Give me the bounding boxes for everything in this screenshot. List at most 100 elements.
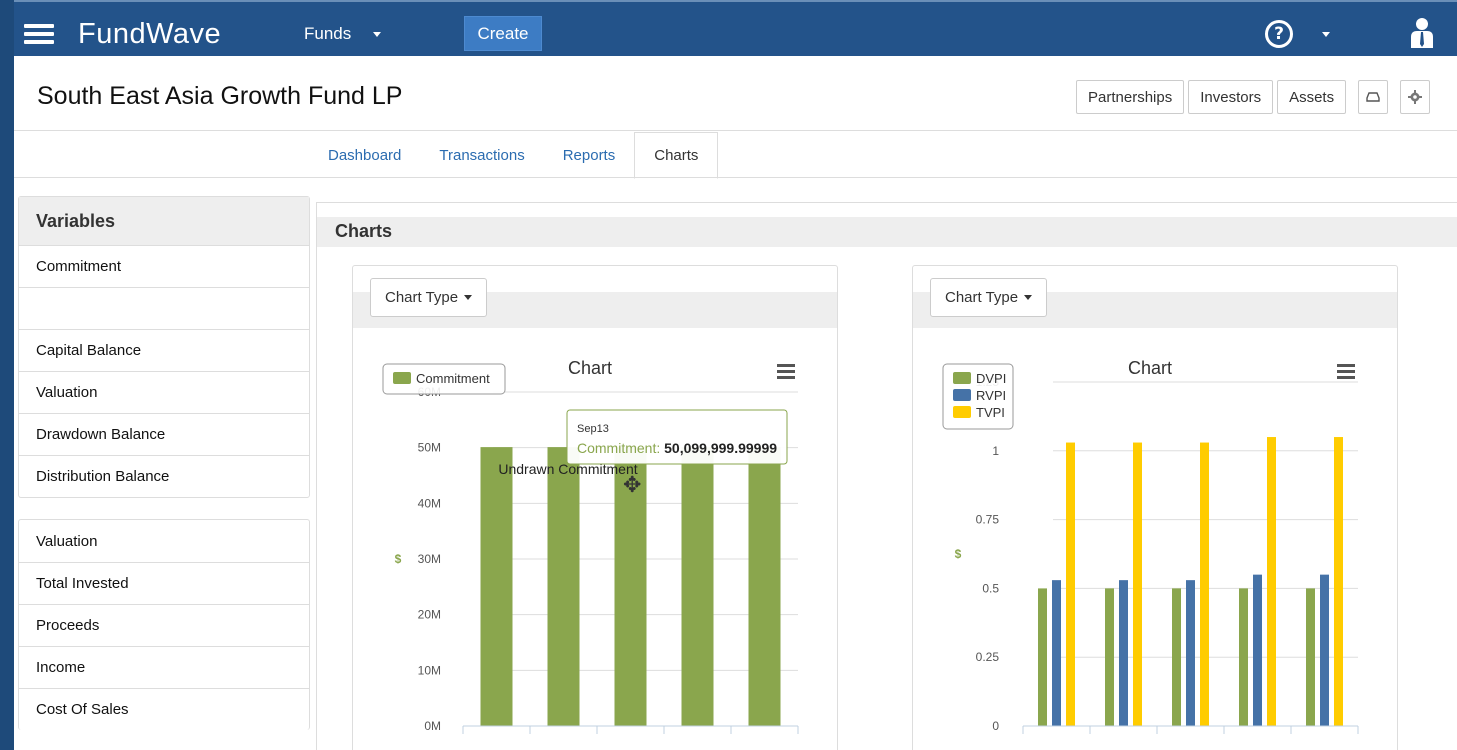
page-title: South East Asia Growth Fund LP: [37, 82, 403, 110]
chart-legend: Commitment: [382, 363, 506, 395]
bar-dvpi[interactable]: [1239, 588, 1248, 726]
metric-item[interactable]: Income: [19, 646, 309, 688]
chart-card-2: Chart Type Chart00.250.50.7511.25$DVPIRV…: [912, 265, 1398, 750]
tab-divider: [14, 177, 1457, 178]
y-tick-label: 20M: [418, 608, 441, 622]
inbox-icon: [1366, 92, 1380, 102]
tab-dashboard[interactable]: Dashboard: [309, 132, 420, 178]
charts-section-title: Charts: [317, 217, 1457, 247]
chart-type-dropdown[interactable]: Chart Type: [930, 278, 1048, 317]
top-navbar: FundWave Funds Create ?: [14, 0, 1457, 56]
chart-type-dropdown[interactable]: Chart Type: [370, 278, 488, 317]
variable-item[interactable]: [19, 287, 309, 329]
variable-item[interactable]: Valuation: [19, 371, 309, 413]
y-tick-label: 0.75: [976, 513, 1000, 527]
bar-commitment[interactable]: [480, 447, 513, 726]
chart-menu-icon[interactable]: [777, 364, 795, 379]
y-tick-label: 10M: [418, 663, 441, 677]
menu-icon[interactable]: [24, 24, 54, 44]
investors-button[interactable]: Investors: [1188, 80, 1274, 114]
bar-tvpi[interactable]: [1267, 437, 1276, 726]
gear-icon: [1408, 90, 1423, 104]
assets-button[interactable]: Assets: [1277, 80, 1347, 114]
chart-title: Chart: [568, 358, 612, 378]
chart-type-label: Chart Type: [945, 289, 1019, 306]
legend-swatch: [953, 389, 971, 401]
create-button[interactable]: Create: [464, 16, 542, 51]
y-axis-label: $: [955, 547, 962, 561]
tab-reports[interactable]: Reports: [544, 132, 635, 178]
tab-charts[interactable]: Charts: [634, 132, 719, 179]
y-tick-label: 50M: [418, 441, 441, 455]
tooltip-value: Commitment: 50,099,999.99999: [577, 440, 777, 456]
chart-title: Chart: [1128, 358, 1172, 378]
metric-item[interactable]: Cost Of Sales: [19, 688, 309, 730]
bar-commitment[interactable]: [748, 447, 781, 726]
y-tick-label: 0.25: [976, 650, 1000, 664]
brand-logo[interactable]: FundWave: [78, 18, 221, 51]
legend-swatch: [953, 372, 971, 384]
bar-tvpi[interactable]: [1066, 442, 1075, 726]
legend-label[interactable]: DVPI: [976, 371, 1006, 386]
y-axis-label: $: [395, 552, 402, 566]
variable-item[interactable]: Commitment: [19, 245, 309, 287]
tab-bar: Dashboard Transactions Reports Charts: [309, 132, 719, 179]
tooltip-header: Sep13: [577, 423, 609, 435]
y-tick-label: 0M: [424, 719, 441, 733]
help-icon[interactable]: ?: [1265, 20, 1293, 48]
variable-item[interactable]: Capital Balance: [19, 329, 309, 371]
chart-menu-icon[interactable]: [1337, 364, 1355, 379]
partnerships-button[interactable]: Partnerships: [1076, 80, 1185, 114]
bar-rvpi[interactable]: [1186, 580, 1195, 726]
y-tick-label: 40M: [418, 496, 441, 510]
variables-panel: Variables Commitment Capital Balance Val…: [18, 196, 310, 498]
metric-item[interactable]: Total Invested: [19, 562, 309, 604]
chevron-down-icon: [1024, 295, 1033, 300]
header-divider: [14, 130, 1457, 131]
y-tick-label: 30M: [418, 552, 441, 566]
variable-item[interactable]: Distribution Balance: [19, 455, 309, 497]
bar-dvpi[interactable]: [1038, 588, 1047, 726]
move-cursor-icon: ✥: [623, 472, 642, 497]
bar-dvpi[interactable]: [1172, 588, 1181, 726]
y-tick-label: 1: [992, 444, 999, 458]
bar-dvpi[interactable]: [1306, 588, 1315, 726]
settings-button[interactable]: [1400, 80, 1431, 114]
metric-item[interactable]: Proceeds: [19, 604, 309, 646]
metric-item[interactable]: Valuation: [19, 520, 309, 562]
bar-rvpi[interactable]: [1320, 574, 1329, 726]
legend-label[interactable]: RVPI: [976, 388, 1006, 403]
commitment-chart: Chart0M10M20M30M40M50M60M$CommitmentUndr…: [382, 358, 799, 734]
chart-tooltip: Sep13 Commitment: 50,099,999.99999: [566, 409, 788, 465]
legend-label[interactable]: TVPI: [976, 405, 1005, 420]
bar-commitment[interactable]: [681, 447, 714, 726]
variable-item[interactable]: Drawdown Balance: [19, 413, 309, 455]
multiples-chart: Chart00.250.50.7511.25$DVPIRVPITVPI: [942, 358, 1359, 734]
bar-tvpi[interactable]: [1334, 437, 1343, 726]
chart-type-label: Chart Type: [385, 289, 459, 306]
bar-rvpi[interactable]: [1119, 580, 1128, 726]
user-icon[interactable]: [1410, 17, 1434, 49]
bar-rvpi[interactable]: [1052, 580, 1061, 726]
bar-tvpi[interactable]: [1133, 442, 1142, 726]
funds-dropdown[interactable]: Funds: [304, 24, 382, 44]
header-button-group: Partnerships Investors Assets: [1076, 80, 1431, 114]
help-chevron-down-icon[interactable]: [1322, 32, 1330, 37]
chart-legend: DVPI RVPI TVPI: [942, 363, 1014, 430]
y-tick-label: 0: [992, 719, 999, 733]
chevron-down-icon: [373, 32, 382, 38]
bar-dvpi[interactable]: [1105, 588, 1114, 726]
bar-tvpi[interactable]: [1200, 442, 1209, 726]
y-tick-label: 0.5: [982, 581, 999, 595]
charts-panel: Charts Chart Type Chart 0M 10M 20M 30M 40M 50M…: [316, 202, 1457, 750]
legend-swatch: [393, 372, 411, 384]
inbox-button[interactable]: [1358, 80, 1389, 114]
tab-transactions[interactable]: Transactions: [420, 132, 543, 178]
bar-rvpi[interactable]: [1253, 574, 1262, 726]
chart-card-1: Chart Type Chart0M10M20M30M40M50M60M$Com…: [352, 265, 838, 750]
bar-commitment[interactable]: [547, 447, 580, 726]
legend-swatch: [953, 406, 971, 418]
metrics-panel: Valuation Total Invested Proceeds Income…: [18, 519, 310, 730]
legend-label[interactable]: Commitment: [416, 371, 490, 386]
funds-label: Funds: [304, 24, 352, 43]
